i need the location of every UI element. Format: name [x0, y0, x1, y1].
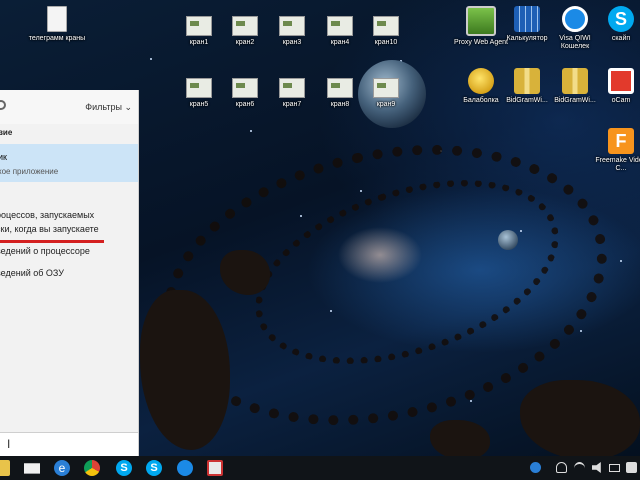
desktop-icon-ocam[interactable]: oCam: [592, 68, 640, 105]
image-file-icon: [279, 78, 305, 98]
archive-icon: [514, 68, 540, 94]
volume-icon[interactable]: [592, 462, 601, 473]
suggestion-item[interactable]: ведений об ОЗУ: [0, 268, 64, 278]
desktop-icon-kran10[interactable]: кран10: [357, 16, 415, 47]
mail-icon[interactable]: [24, 463, 40, 474]
image-file-icon: [186, 78, 212, 98]
suggestion-item[interactable]: ведений о процессоре: [0, 246, 90, 256]
desktop-icon-kran9[interactable]: кран9: [357, 78, 415, 109]
image-file-icon: [232, 16, 258, 36]
desktop-icon-freemake[interactable]: F Freemake Video C...: [592, 128, 640, 173]
best-match-title: ик: [0, 152, 7, 162]
filters-dropdown[interactable]: Фильтры ⌄: [85, 102, 132, 113]
network-icon[interactable]: [574, 462, 585, 475]
asteroid-rock: [520, 380, 640, 456]
image-file-icon: [186, 16, 212, 36]
image-file-icon: [279, 16, 305, 36]
star: [620, 260, 622, 262]
folder-icon[interactable]: [0, 460, 10, 476]
image-file-icon: [232, 78, 258, 98]
document-icon: [47, 6, 67, 32]
notification-icon[interactable]: [626, 462, 637, 473]
image-file-icon: [373, 78, 399, 98]
image-file-icon: [327, 16, 353, 36]
skype-icon[interactable]: S: [146, 460, 162, 476]
app-icon[interactable]: [207, 460, 223, 476]
qiwi-icon: [562, 6, 588, 32]
star: [150, 58, 152, 60]
chevron-down-icon: ⌄: [124, 102, 132, 112]
text-cursor: I: [7, 437, 11, 451]
desktop-icon-label: oCam: [611, 97, 631, 104]
search-panel-header: Фильтры ⌄: [0, 90, 138, 124]
image-file-icon: [327, 78, 353, 98]
qiwi-icon[interactable]: [177, 460, 193, 476]
freemake-icon: F: [608, 128, 634, 154]
star: [470, 400, 472, 402]
filters-label: Фильтры: [85, 102, 122, 112]
help-icon[interactable]: [530, 462, 541, 473]
settings-gear-icon[interactable]: [0, 100, 6, 110]
star: [580, 330, 582, 332]
image-file-icon: [373, 16, 399, 36]
smiley-icon: [468, 68, 494, 94]
skype-icon: S: [608, 6, 634, 32]
desktop-icon-label: Freemake Video C...: [595, 157, 640, 172]
people-icon[interactable]: [556, 462, 567, 473]
taskbar: e S S: [0, 456, 640, 480]
desktop-icon-label: кран9: [376, 101, 396, 108]
suggestion-item[interactable]: роцессов, запускаемых: [0, 210, 94, 220]
best-match-result[interactable]: ик кое приложение: [0, 144, 138, 182]
desktop-icon-label: телеграмм краны: [28, 35, 86, 42]
desktop-icon-label: кран10: [374, 39, 398, 46]
suggestion-item[interactable]: ски, когда вы запускаете: [0, 224, 99, 234]
search-input[interactable]: I: [0, 432, 138, 456]
desktop-icon-telegram-krany[interactable]: телеграмм краны: [28, 6, 86, 43]
monitor-icon: [466, 6, 496, 36]
best-match-subtitle: кое приложение: [0, 167, 59, 176]
calculator-icon: [514, 6, 540, 32]
archive-icon: [562, 68, 588, 94]
camera-icon: [608, 68, 634, 94]
chrome-icon[interactable]: [84, 460, 100, 476]
red-underline-annotation: [0, 240, 104, 243]
asteroid-rock: [430, 420, 490, 456]
best-match-heading: вие: [0, 128, 13, 137]
star: [250, 130, 252, 132]
skype-icon[interactable]: S: [116, 460, 132, 476]
desktop-icon-skype[interactable]: S скайп: [592, 6, 640, 43]
keyboard-icon[interactable]: [609, 464, 620, 472]
edge-icon[interactable]: e: [54, 460, 70, 476]
search-results-panel: Фильтры ⌄ вие ик кое приложение роцессов…: [0, 90, 139, 456]
desktop-icon-label: скайп: [611, 35, 631, 42]
